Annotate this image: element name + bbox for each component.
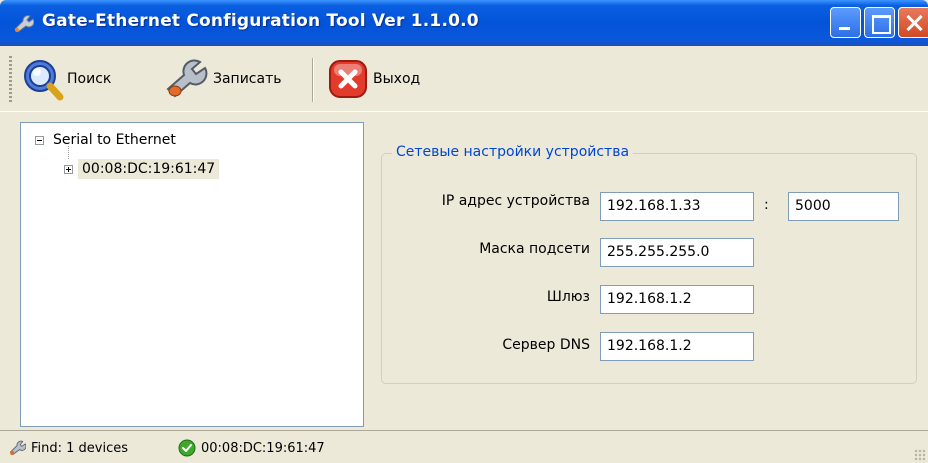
toolbar: Поиск Записать Выход xyxy=(0,46,928,112)
port-separator: : xyxy=(764,197,769,213)
search-label: Поиск xyxy=(67,71,112,87)
expand-icon[interactable] xyxy=(64,164,73,174)
window-title: Gate-Ethernet Configuration Tool Ver 1.1… xyxy=(42,11,479,31)
write-label: Записать xyxy=(213,71,282,87)
device-tree[interactable]: Serial to Ethernet 00:08:DC:19:61:47 xyxy=(20,122,364,427)
tree-node-root[interactable]: Serial to Ethernet xyxy=(35,129,176,151)
status-bar: Find: 1 devices 00:08:DC:19:61:47 xyxy=(0,430,928,463)
exit-icon xyxy=(329,60,367,98)
maximize-button[interactable] xyxy=(864,7,895,38)
subnet-mask-field[interactable]: 255.255.255.0 xyxy=(600,238,754,267)
tree-node-device[interactable]: 00:08:DC:19:61:47 xyxy=(64,158,220,180)
search-icon xyxy=(24,60,64,101)
collapse-icon[interactable] xyxy=(35,135,44,145)
check-icon xyxy=(178,439,196,457)
tree-device-label: 00:08:DC:19:61:47 xyxy=(78,159,220,179)
toolbar-grip[interactable] xyxy=(9,56,12,104)
resize-grip[interactable] xyxy=(914,449,926,461)
exit-button[interactable]: Выход xyxy=(326,56,420,102)
dns-server-field[interactable]: 192.168.1.2 xyxy=(600,332,754,361)
dns-label: Сервер DNS xyxy=(502,337,590,353)
write-button[interactable]: Записать xyxy=(164,56,282,102)
gateway-field[interactable]: 192.168.1.2 xyxy=(600,285,754,314)
status-find: Find: 1 devices xyxy=(8,439,128,457)
exit-label: Выход xyxy=(373,71,421,87)
network-settings-title: Сетевые настройки устройства xyxy=(392,144,634,160)
ip-address-field[interactable]: 192.168.1.33 xyxy=(600,192,754,221)
wrench-icon xyxy=(14,15,34,33)
port-field[interactable]: 5000 xyxy=(788,192,899,221)
close-button[interactable] xyxy=(898,7,928,38)
wrench-icon xyxy=(9,440,26,456)
gateway-label: Шлюз xyxy=(546,289,590,305)
status-device-text: 00:08:DC:19:61:47 xyxy=(201,440,325,456)
tree-root-label: Serial to Ethernet xyxy=(53,132,176,148)
toolbar-separator xyxy=(312,58,314,102)
ip-label: IP адрес устройства xyxy=(441,193,590,209)
minimize-button[interactable] xyxy=(830,7,861,38)
wrench-icon xyxy=(166,59,208,98)
status-device: 00:08:DC:19:61:47 xyxy=(178,439,325,457)
search-button[interactable]: Поиск xyxy=(20,56,111,102)
title-bar[interactable]: Gate-Ethernet Configuration Tool Ver 1.1… xyxy=(0,0,928,46)
status-find-text: Find: 1 devices xyxy=(31,440,129,456)
mask-label: Маска подсети xyxy=(479,241,590,257)
